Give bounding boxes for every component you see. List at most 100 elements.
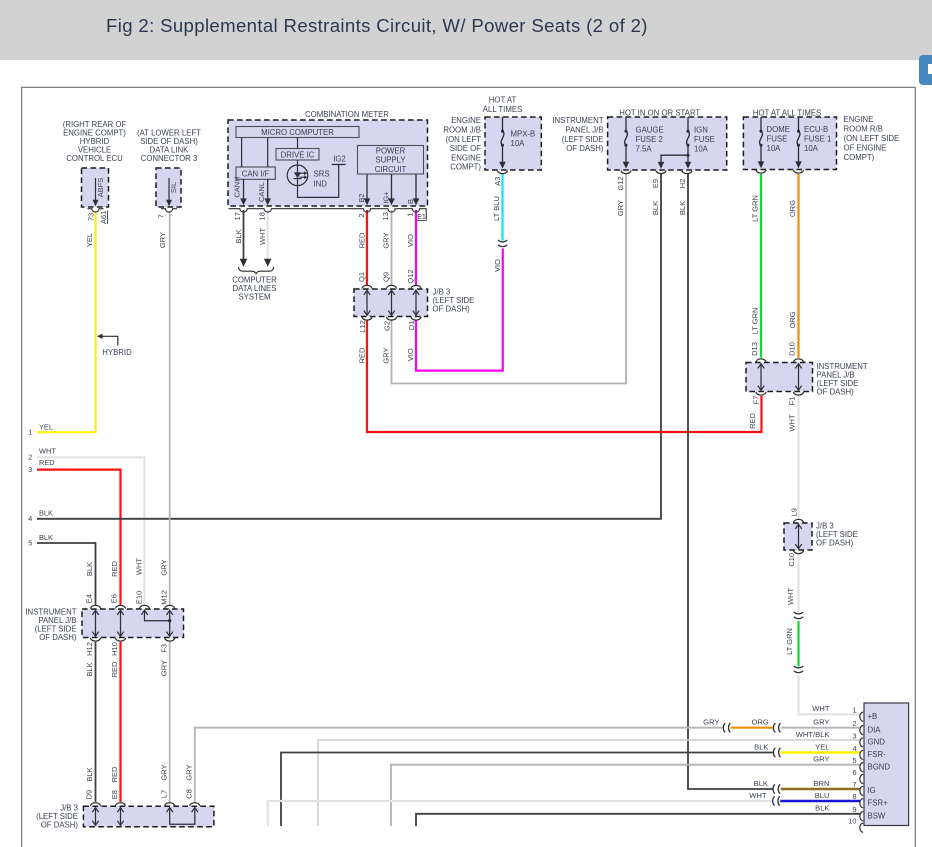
svg-text:COMBINATION METER: COMBINATION METER	[305, 110, 389, 119]
svg-text:8: 8	[852, 792, 856, 801]
svg-text:ROOM J/B: ROOM J/B	[443, 126, 481, 135]
svg-text:7.5A: 7.5A	[636, 144, 653, 153]
svg-text:DOME: DOME	[767, 125, 790, 134]
svg-text:VIO: VIO	[406, 234, 415, 247]
svg-text:CONNECTOR 3: CONNECTOR 3	[141, 154, 198, 163]
svg-text:FSR-: FSR-	[868, 750, 887, 759]
svg-text:D13: D13	[750, 342, 759, 356]
svg-text:ORG: ORG	[788, 200, 797, 217]
svg-text:ENGINE: ENGINE	[451, 153, 481, 162]
svg-text:BLK: BLK	[678, 201, 687, 215]
svg-text:INSTRUMENT: INSTRUMENT	[552, 116, 603, 125]
svg-text:WHT: WHT	[258, 228, 267, 245]
svg-text:GAUGE: GAUGE	[636, 126, 664, 135]
svg-text:LT GRN: LT GRN	[751, 195, 760, 222]
svg-text:BLK: BLK	[815, 804, 829, 813]
svg-text:SUPPLY: SUPPLY	[375, 156, 406, 165]
svg-text:PANEL J/B: PANEL J/B	[565, 126, 603, 135]
svg-text:YEL: YEL	[39, 423, 53, 432]
svg-text:F3: F3	[160, 644, 169, 653]
svg-text:M12: M12	[160, 590, 169, 605]
svg-text:YEL: YEL	[85, 233, 94, 247]
svg-text:CANL: CANL	[257, 182, 266, 202]
svg-text:GRY: GRY	[158, 232, 167, 248]
svg-text:FUSE: FUSE	[767, 135, 788, 144]
svg-text:Q9: Q9	[381, 272, 390, 282]
svg-text:5: 5	[28, 538, 32, 547]
svg-text:RED: RED	[357, 232, 366, 248]
svg-text:3: 3	[852, 731, 856, 740]
svg-text:9: 9	[852, 805, 856, 814]
svg-text:IND: IND	[314, 179, 328, 188]
svg-text:4: 4	[852, 744, 856, 753]
svg-text:RED: RED	[110, 766, 119, 782]
svg-text:HOT IN ON OR START: HOT IN ON OR START	[619, 108, 700, 117]
svg-text:1: 1	[852, 706, 856, 715]
svg-text:Q12: Q12	[406, 269, 415, 283]
svg-text:POWER: POWER	[376, 147, 406, 156]
svg-text:SIL: SIL	[169, 182, 178, 193]
svg-text:GRY: GRY	[185, 764, 194, 780]
svg-text:OF ENGINE: OF ENGINE	[844, 144, 887, 153]
svg-text:10A: 10A	[804, 144, 819, 153]
svg-text:6: 6	[852, 768, 856, 777]
svg-text:CONTROL ECU: CONTROL ECU	[66, 154, 123, 163]
svg-text:GND: GND	[868, 738, 886, 747]
svg-text:D1: D1	[407, 321, 416, 331]
svg-text:VIO: VIO	[406, 348, 415, 361]
svg-text:BLK: BLK	[754, 779, 768, 788]
svg-text:YEL: YEL	[815, 742, 829, 751]
svg-text:ORG: ORG	[788, 311, 797, 328]
svg-text:10A: 10A	[767, 144, 782, 153]
svg-text:DRIVE IC: DRIVE IC	[281, 150, 315, 159]
svg-text:RED: RED	[39, 458, 55, 467]
svg-text:13: 13	[381, 212, 390, 220]
svg-text:RED: RED	[748, 413, 757, 429]
svg-text:OF DASH): OF DASH)	[817, 388, 855, 397]
svg-text:+B: +B	[868, 712, 878, 721]
svg-text:3: 3	[28, 465, 32, 474]
svg-text:FUSE 2: FUSE 2	[636, 135, 663, 144]
svg-text:2: 2	[28, 453, 32, 462]
svg-text:RED: RED	[357, 347, 366, 363]
svg-text:B2: B2	[357, 193, 366, 202]
svg-text:DIA: DIA	[868, 725, 882, 734]
svg-text:WHT: WHT	[786, 588, 795, 605]
svg-text:ROOM R/B: ROOM R/B	[844, 125, 883, 134]
svg-text:COMPT): COMPT)	[450, 163, 481, 172]
svg-text:B: B	[406, 199, 415, 204]
svg-text:LT GRN: LT GRN	[751, 308, 760, 335]
svg-text:ENGINE: ENGINE	[451, 116, 481, 125]
svg-text:IG: IG	[868, 786, 876, 795]
svg-text:FUSE 1: FUSE 1	[804, 135, 831, 144]
svg-text:2: 2	[357, 213, 366, 217]
svg-text:1: 1	[28, 428, 32, 437]
svg-text:H12: H12	[85, 642, 94, 656]
svg-text:SRS: SRS	[314, 170, 330, 179]
svg-text:HOT AT ALL TIMES: HOT AT ALL TIMES	[753, 108, 821, 117]
svg-text:BLK: BLK	[85, 662, 94, 676]
svg-text:GRY: GRY	[703, 718, 719, 727]
svg-text:E8: E8	[110, 790, 119, 799]
svg-text:CANH: CANH	[233, 176, 242, 197]
svg-text:COMPT): COMPT)	[844, 153, 875, 162]
svg-text:18: 18	[257, 212, 266, 220]
svg-text:E1: E1	[417, 212, 426, 221]
svg-text:73: 73	[86, 213, 95, 221]
svg-text:OF DASH): OF DASH)	[566, 144, 604, 153]
svg-text:ENGINE: ENGINE	[844, 115, 874, 124]
svg-text:D9: D9	[85, 790, 94, 800]
svg-text:E9: E9	[651, 179, 660, 188]
svg-text:A61: A61	[99, 211, 108, 224]
svg-text:VIO: VIO	[493, 259, 502, 272]
svg-text:RED: RED	[110, 661, 119, 677]
svg-text:SYSTEM: SYSTEM	[238, 293, 270, 302]
svg-text:GRY: GRY	[813, 755, 829, 764]
svg-text:10A: 10A	[511, 139, 526, 148]
svg-text:GRY: GRY	[616, 200, 625, 216]
svg-text:BSW: BSW	[868, 811, 886, 820]
svg-text:BLK: BLK	[39, 509, 53, 518]
svg-text:C8: C8	[185, 789, 194, 799]
svg-text:F1: F1	[787, 397, 796, 406]
svg-text:E10: E10	[134, 591, 143, 604]
